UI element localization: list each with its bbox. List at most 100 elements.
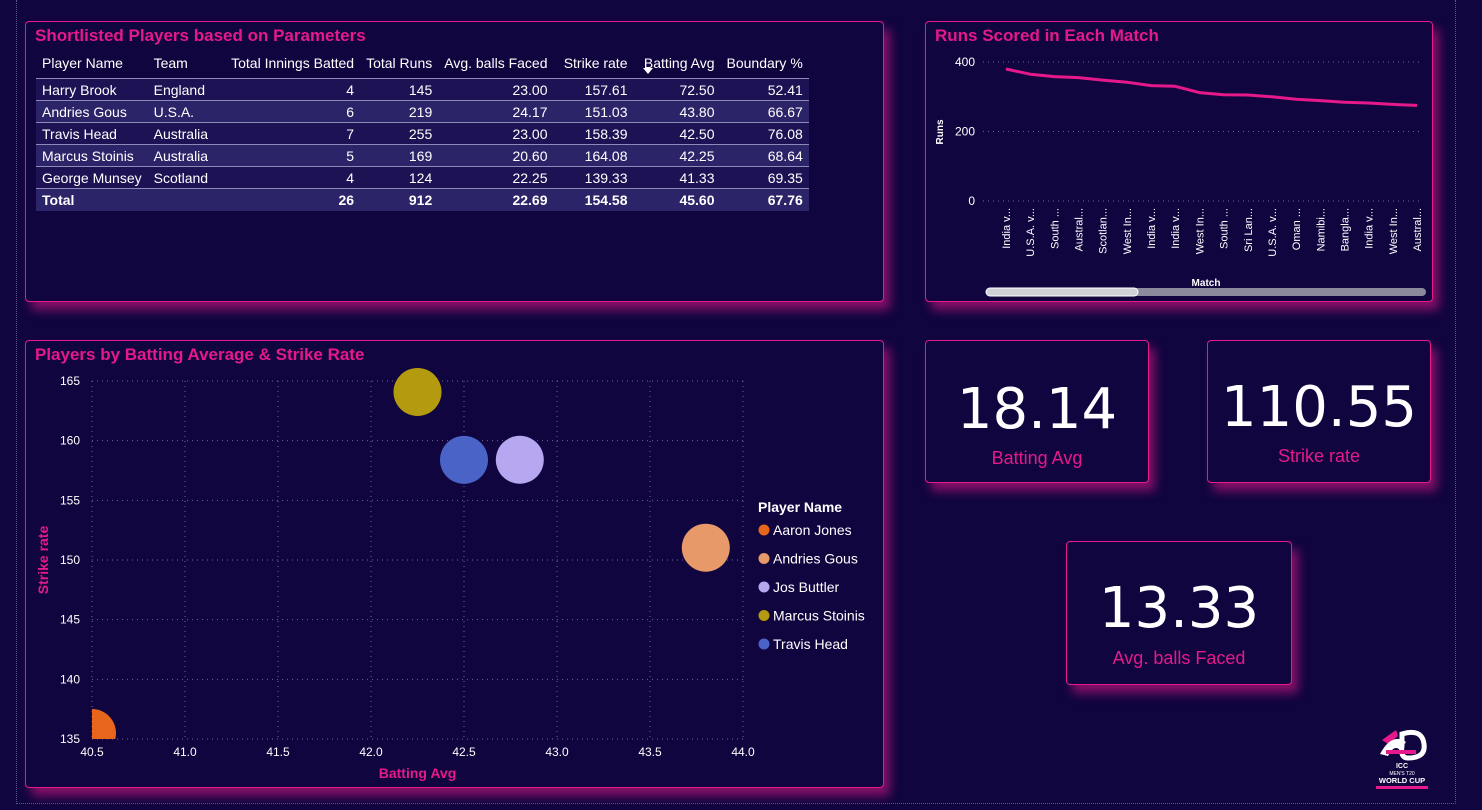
- table-cell: 4: [214, 166, 361, 189]
- t20-world-cup-logo: ICC MEN'S T20 WORLD CUP: [1372, 722, 1432, 792]
- table-row[interactable]: Travis Head Australia 7 255 23.00 158.39 42.50…: [36, 122, 809, 145]
- kpi-batting-avg-label: Batting Avg: [991, 448, 1083, 468]
- legend-item-label[interactable]: Marcus Stoinis: [773, 608, 865, 624]
- column-header-total-runs[interactable]: Total Runs: [360, 48, 439, 79]
- legend-marker[interactable]: [758, 581, 770, 593]
- table-total-row: Total 26 912 22.69 154.58 45.60 67.76: [36, 188, 809, 212]
- legend-marker[interactable]: [758, 553, 770, 564]
- scatter-point-andries-gous[interactable]: [681, 523, 730, 572]
- line-x-tick-label: Austral...: [1412, 208, 1424, 251]
- table-cell: 169: [360, 144, 439, 167]
- total-cell: [148, 189, 214, 212]
- legend-item-label[interactable]: Andries Gous: [773, 551, 858, 567]
- table-row[interactable]: Marcus Stoinis Australia 5 169 20.60 164.08 42…: [36, 144, 809, 167]
- table-cell: 151.03: [553, 100, 634, 123]
- table-card: Shortlisted Players based on Parameters …: [25, 21, 884, 302]
- kpi-balls-faced-value: 13.33: [1098, 576, 1260, 641]
- scatter-x-tick-label: 41.5: [266, 745, 290, 759]
- scatter-y-tick-label: 140: [60, 672, 80, 686]
- table-cell: 4: [214, 78, 361, 101]
- legend-item-label[interactable]: Aaron Jones: [773, 522, 852, 538]
- scatter-y-tick-label: 160: [60, 434, 80, 448]
- table-cell: Australia: [147, 122, 215, 145]
- column-header-strike-rate[interactable]: Strike rate: [553, 48, 634, 79]
- scatter-x-tick-label: 42.5: [452, 745, 476, 759]
- line-x-tick-label: Namibi...: [1315, 208, 1327, 251]
- legend-item-label[interactable]: Jos Buttler: [773, 579, 839, 595]
- table-row[interactable]: George Munsey Scotland 4 124 22.25 139.33 41.3…: [36, 166, 809, 189]
- column-header-team[interactable]: Team: [147, 48, 215, 79]
- total-cell: 67.76: [767, 192, 803, 208]
- table-cell: England: [147, 78, 215, 101]
- scatter-y-axis-label: Strike rate: [35, 526, 51, 595]
- scatter-points: [92, 367, 730, 739]
- runs-line-chart[interactable]: 0 200 400 Runs India v... U.S.A. v... South ..…: [926, 22, 1431, 300]
- table-row[interactable]: Harry Brook England 4 145 23.00 157.61 72.50 52…: [36, 78, 809, 101]
- column-header-player-name[interactable]: Player Name: [36, 48, 148, 79]
- table-cell: 164.08: [553, 144, 634, 167]
- table-header-row: Player Name Team Total Innings Batted Total…: [36, 48, 809, 79]
- line-x-tick-label: India v...: [1170, 208, 1182, 249]
- legend-marker[interactable]: [758, 524, 770, 536]
- total-cell: 912: [408, 192, 433, 208]
- table-cell: Harry Brook: [36, 78, 148, 101]
- scrollbar-thumb[interactable]: [985, 287, 1139, 297]
- legend-title: Player Name: [758, 499, 842, 515]
- column-header-total-innings-batted[interactable]: Total Innings Batted: [214, 48, 361, 79]
- line-y-tick-label: 200: [955, 125, 975, 139]
- line-y-axis-label: Runs: [935, 119, 946, 144]
- line-x-tick-label: U.S.A. v...: [1267, 208, 1279, 257]
- batting-scatter-chart[interactable]: 40.5 41.0 41.5 42.0 42.5 43.0 43.5 44.0 135 140 14…: [26, 341, 882, 786]
- sort-descending-icon[interactable]: [643, 68, 653, 74]
- table-cell: 24.17: [438, 100, 554, 123]
- scatter-point-jos-buttler[interactable]: [495, 435, 544, 484]
- kpi-balls-faced-label: Avg. balls Faced: [1112, 648, 1246, 668]
- scatter-x-tick-label: 42.0: [359, 745, 383, 759]
- scatter-y-tick-label: 145: [60, 613, 80, 627]
- scatter-x-tick-label: 43.0: [545, 745, 569, 759]
- players-table[interactable]: Player Name Team Total Innings Batted Total…: [36, 48, 809, 211]
- table-cell: Travis Head: [36, 122, 148, 145]
- table-cell: 23.00: [438, 122, 554, 145]
- table-cell: 20.60: [438, 144, 554, 167]
- legend-item-label[interactable]: Travis Head: [773, 636, 848, 652]
- table-cell: 41.33: [633, 166, 721, 189]
- svg-text:WORLD CUP: WORLD CUP: [1379, 776, 1425, 785]
- table-cell: 124: [360, 166, 439, 189]
- legend-marker[interactable]: [758, 610, 770, 621]
- line-x-tick-label: India v...: [1001, 208, 1013, 249]
- runs-series-line: [1005, 67, 1418, 107]
- table-row[interactable]: Andries Gous U.S.A. 6 219 24.17 151.03 43.80 66…: [36, 100, 809, 123]
- total-cell: 154.58: [584, 192, 628, 208]
- line-x-tick-label: Bangla...: [1339, 208, 1351, 251]
- table-cell: 5: [214, 144, 361, 167]
- table-cell: 42.50: [633, 122, 721, 145]
- table-cell: 157.61: [553, 78, 634, 101]
- total-cell: 22.69: [512, 192, 548, 208]
- scatter-y-tick-label: 135: [60, 732, 80, 746]
- line-y-tick-label: 400: [955, 55, 975, 69]
- table-cell: 139.33: [553, 166, 634, 189]
- line-x-tick-label: Oman ...: [1291, 208, 1303, 250]
- scatter-point-marcus-stoinis[interactable]: [393, 367, 442, 416]
- line-chart-card: Runs Scored in Each Match 0 200 400 Runs Ind…: [925, 21, 1433, 302]
- scatter-x-axis-label: Batting Avg: [379, 765, 457, 781]
- line-x-tick-label: Scotlan...: [1098, 208, 1110, 254]
- column-header-boundary[interactable]: Boundary %: [720, 48, 809, 79]
- column-header-avg-balls-faced[interactable]: Avg. balls Faced: [438, 48, 554, 79]
- kpi-strike-rate-card: 110.55 Strike rate: [1207, 340, 1431, 483]
- table-cell: 72.50: [633, 78, 721, 101]
- line-x-tick-label: West In...: [1194, 208, 1206, 254]
- table-cell: George Munsey: [36, 166, 148, 189]
- scatter-point-travis-head[interactable]: [440, 435, 488, 484]
- total-cell: 26: [338, 192, 355, 208]
- table-cell: Andries Gous: [36, 100, 148, 123]
- legend-marker[interactable]: [758, 638, 770, 650]
- scatter-x-tick-label: 41.0: [173, 745, 197, 759]
- table-cell: 145: [360, 78, 439, 101]
- svg-text:ICC: ICC: [1396, 763, 1408, 770]
- table-cell: 158.39: [553, 122, 634, 145]
- table-cell: 42.25: [633, 144, 721, 167]
- kpi-strike-rate-label: Strike rate: [1277, 446, 1361, 466]
- line-x-tick-label: Sri Lan...: [1243, 208, 1255, 252]
